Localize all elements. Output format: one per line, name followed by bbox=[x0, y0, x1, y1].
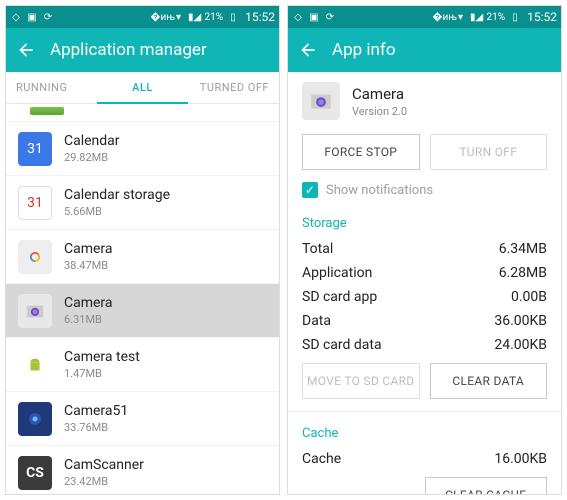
section-cache: Cache bbox=[288, 418, 561, 447]
app-size: 1.47MB bbox=[64, 367, 140, 380]
app-size: 33.76MB bbox=[64, 421, 128, 434]
app-info-content: Camera Version 2.0 FORCE STOP TURN OFF ✓… bbox=[288, 72, 561, 494]
checkbox-checked-icon[interactable]: ✓ bbox=[302, 182, 318, 198]
app-list[interactable]: 31 Calendar 29.82MB 31 Calendar storage … bbox=[6, 104, 279, 494]
app-name: Camera bbox=[64, 295, 113, 311]
storage-sd-data: SD card data24.00KB bbox=[288, 333, 561, 357]
storage-data: Data36.00KB bbox=[288, 309, 561, 333]
app-version: Version 2.0 bbox=[352, 105, 407, 118]
clear-cache-button[interactable]: CLEAR CACHE bbox=[425, 477, 548, 494]
signal-icon: ▮◢ bbox=[471, 11, 483, 23]
battery-icon: ▯ bbox=[509, 11, 521, 23]
app-name: Camera test bbox=[64, 349, 140, 365]
list-item[interactable] bbox=[6, 104, 279, 122]
clock: 15:52 bbox=[245, 10, 275, 24]
storage-total: Total6.34MB bbox=[288, 237, 561, 261]
wifi-icon: ▾ bbox=[173, 11, 185, 23]
list-item[interactable]: Camera 38.47MB bbox=[6, 230, 279, 284]
instagram-icon: ◇ bbox=[10, 11, 22, 23]
app-name: CamScanner bbox=[64, 457, 144, 473]
show-notifications-label: Show notifications bbox=[326, 183, 433, 198]
camera51-icon bbox=[18, 402, 52, 436]
page-title: App info bbox=[332, 40, 396, 60]
page-title: Application manager bbox=[50, 40, 207, 60]
camera-notification-icon: ▣ bbox=[308, 11, 320, 23]
tabs: RUNNING ALL TURNED OFF bbox=[6, 72, 279, 104]
app-name: Camera bbox=[64, 241, 113, 257]
clock: 15:52 bbox=[527, 10, 557, 24]
list-item[interactable]: 31 Calendar 29.82MB bbox=[6, 122, 279, 176]
app-name: Camera51 bbox=[64, 403, 128, 419]
instagram-icon: ◇ bbox=[292, 11, 304, 23]
battery-icon: ▯ bbox=[227, 11, 239, 23]
camera-notification-icon: ▣ bbox=[26, 11, 38, 23]
app-header: Camera Version 2.0 bbox=[288, 78, 561, 128]
status-bar: ◇ ▣ ⟳ �ињ ▾ ▮◢ 21% ▯ 15:52 bbox=[288, 6, 561, 28]
list-item[interactable]: 31 Calendar storage 5.66MB bbox=[6, 176, 279, 230]
cache-size: Cache16.00KB bbox=[288, 447, 561, 471]
app-size: 5.66MB bbox=[64, 205, 170, 218]
refresh-icon: ⟳ bbox=[324, 11, 336, 23]
signal-icon: ▮◢ bbox=[189, 11, 201, 23]
app-size: 6.31MB bbox=[64, 313, 113, 326]
clear-data-button[interactable]: CLEAR DATA bbox=[430, 363, 548, 399]
calendar-icon: 31 bbox=[18, 132, 52, 166]
screen-app-info: ◇ ▣ ⟳ �ињ ▾ ▮◢ 21% ▯ 15:52 App info Came… bbox=[287, 5, 562, 495]
camscanner-icon: CS bbox=[18, 456, 52, 490]
action-bar: App info bbox=[288, 28, 561, 72]
camera-icon bbox=[18, 240, 52, 274]
list-item[interactable]: Camera51 33.76MB bbox=[6, 392, 279, 446]
spacer bbox=[302, 477, 415, 494]
tab-turned-off[interactable]: TURNED OFF bbox=[188, 73, 279, 102]
battery-percent: 21% bbox=[205, 12, 224, 23]
list-item-selected[interactable]: Camera 6.31MB bbox=[6, 284, 279, 338]
show-notifications-row[interactable]: ✓ Show notifications bbox=[288, 176, 561, 208]
button-row: FORCE STOP TURN OFF bbox=[288, 128, 561, 176]
storage-application: Application6.28MB bbox=[288, 261, 561, 285]
app-icon-partial bbox=[30, 107, 64, 115]
wifi-icon: ▾ bbox=[455, 11, 467, 23]
list-item[interactable]: CS CamScanner 23.42MB bbox=[6, 446, 279, 494]
vibrate-icon: �ињ bbox=[157, 11, 169, 23]
camera-app-icon bbox=[18, 294, 52, 328]
list-item[interactable]: Camera test 1.47MB bbox=[6, 338, 279, 392]
action-bar: Application manager bbox=[6, 28, 279, 72]
turn-off-button[interactable]: TURN OFF bbox=[430, 134, 548, 170]
screen-application-manager: ◇ ▣ ⟳ �ињ ▾ ▮◢ 21% ▯ 15:52 Application m… bbox=[5, 5, 280, 495]
button-row: CLEAR CACHE bbox=[288, 471, 561, 494]
android-icon bbox=[18, 348, 52, 382]
move-to-sd-button[interactable]: MOVE TO SD CARD bbox=[302, 363, 420, 399]
app-name: Calendar storage bbox=[64, 187, 170, 203]
force-stop-button[interactable]: FORCE STOP bbox=[302, 134, 420, 170]
divider bbox=[288, 411, 561, 412]
button-row: MOVE TO SD CARD CLEAR DATA bbox=[288, 357, 561, 405]
status-bar: ◇ ▣ ⟳ �ињ ▾ ▮◢ 21% ▯ 15:52 bbox=[6, 6, 279, 28]
section-storage: Storage bbox=[288, 208, 561, 237]
camera-app-icon bbox=[302, 82, 340, 120]
back-icon[interactable] bbox=[16, 40, 36, 60]
refresh-icon: ⟳ bbox=[42, 11, 54, 23]
storage-sd-app: SD card app0.00B bbox=[288, 285, 561, 309]
app-size: 38.47MB bbox=[64, 259, 113, 272]
back-icon[interactable] bbox=[298, 40, 318, 60]
battery-percent: 21% bbox=[487, 12, 506, 23]
calendar-storage-icon: 31 bbox=[18, 186, 52, 220]
tab-all[interactable]: ALL bbox=[97, 73, 187, 104]
app-size: 23.42MB bbox=[64, 475, 144, 488]
app-name: Calendar bbox=[64, 133, 120, 149]
vibrate-icon: �ињ bbox=[439, 11, 451, 23]
app-size: 29.82MB bbox=[64, 151, 120, 164]
app-name: Camera bbox=[352, 85, 407, 103]
tab-running[interactable]: RUNNING bbox=[6, 73, 97, 102]
